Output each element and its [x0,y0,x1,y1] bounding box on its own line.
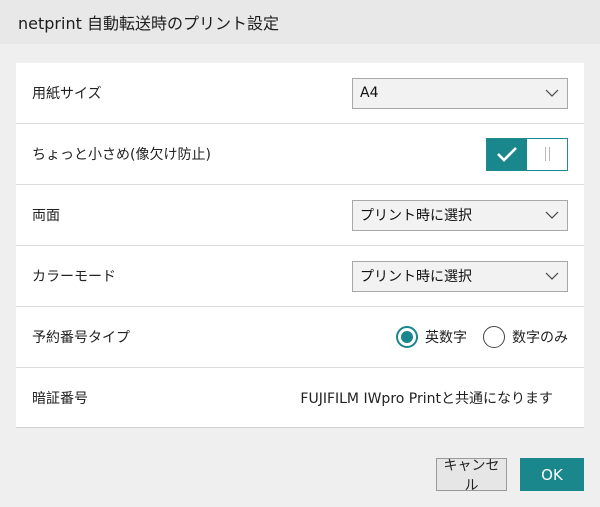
radio-numeric-only[interactable]: 数字のみ [483,326,568,348]
color-mode-value: プリント時に選択 [360,269,472,285]
paper-size-label: 用紙サイズ [32,86,102,102]
toggle-on-segment [487,138,527,170]
radio-alphanumeric-label: 英数字 [425,330,467,346]
pin-row: 暗証番号 FUJIFILM IWpro Printと共通になります [16,368,584,428]
reservation-type-label: 予約番号タイプ [32,330,130,346]
duplex-row: 両面 プリント時に選択 [16,185,584,246]
color-mode-label: カラーモード [32,269,116,285]
pin-value: FUJIFILM IWpro Printと共通になります [300,390,553,407]
pause-bars-icon [544,147,550,161]
radio-checked-icon [396,326,418,348]
reservation-type-row: 予約番号タイプ 英数字 数字のみ [16,307,584,368]
shrink-label: ちょっと小さめ(像欠け防止) [32,147,211,163]
ok-button[interactable]: OK [520,458,584,491]
dialog-title: netprint 自動転送時のプリント設定 [0,0,600,44]
paper-size-select[interactable]: A4 [352,77,568,109]
radio-unchecked-icon [483,326,505,348]
dialog-footer: キャンセル OK [436,458,584,494]
shrink-row: ちょっと小さめ(像欠け防止) [16,124,584,185]
paper-size-value: A4 [360,85,379,101]
reservation-type-radio-group: 英数字 数字のみ [396,326,568,348]
color-mode-row: カラーモード プリント時に選択 [16,246,584,307]
duplex-label: 両面 [32,208,60,224]
radio-alphanumeric[interactable]: 英数字 [396,326,467,348]
radio-numeric-only-label: 数字のみ [512,330,568,346]
shrink-toggle[interactable] [486,137,568,171]
check-icon [497,147,517,162]
color-mode-select[interactable]: プリント時に選択 [352,260,568,292]
settings-panel: 用紙サイズ A4 ちょっと小さめ(像欠け防止) 両面 プリント時に選択 カラーモ… [16,63,584,428]
paper-size-row: 用紙サイズ A4 [16,63,584,124]
duplex-value: プリント時に選択 [360,208,472,224]
cancel-button[interactable]: キャンセル [436,458,507,494]
chevron-down-icon [545,272,559,280]
duplex-select[interactable]: プリント時に選択 [352,199,568,231]
chevron-down-icon [545,211,559,219]
chevron-down-icon [545,89,559,97]
toggle-off-segment [527,138,567,170]
pin-label: 暗証番号 [32,390,88,407]
